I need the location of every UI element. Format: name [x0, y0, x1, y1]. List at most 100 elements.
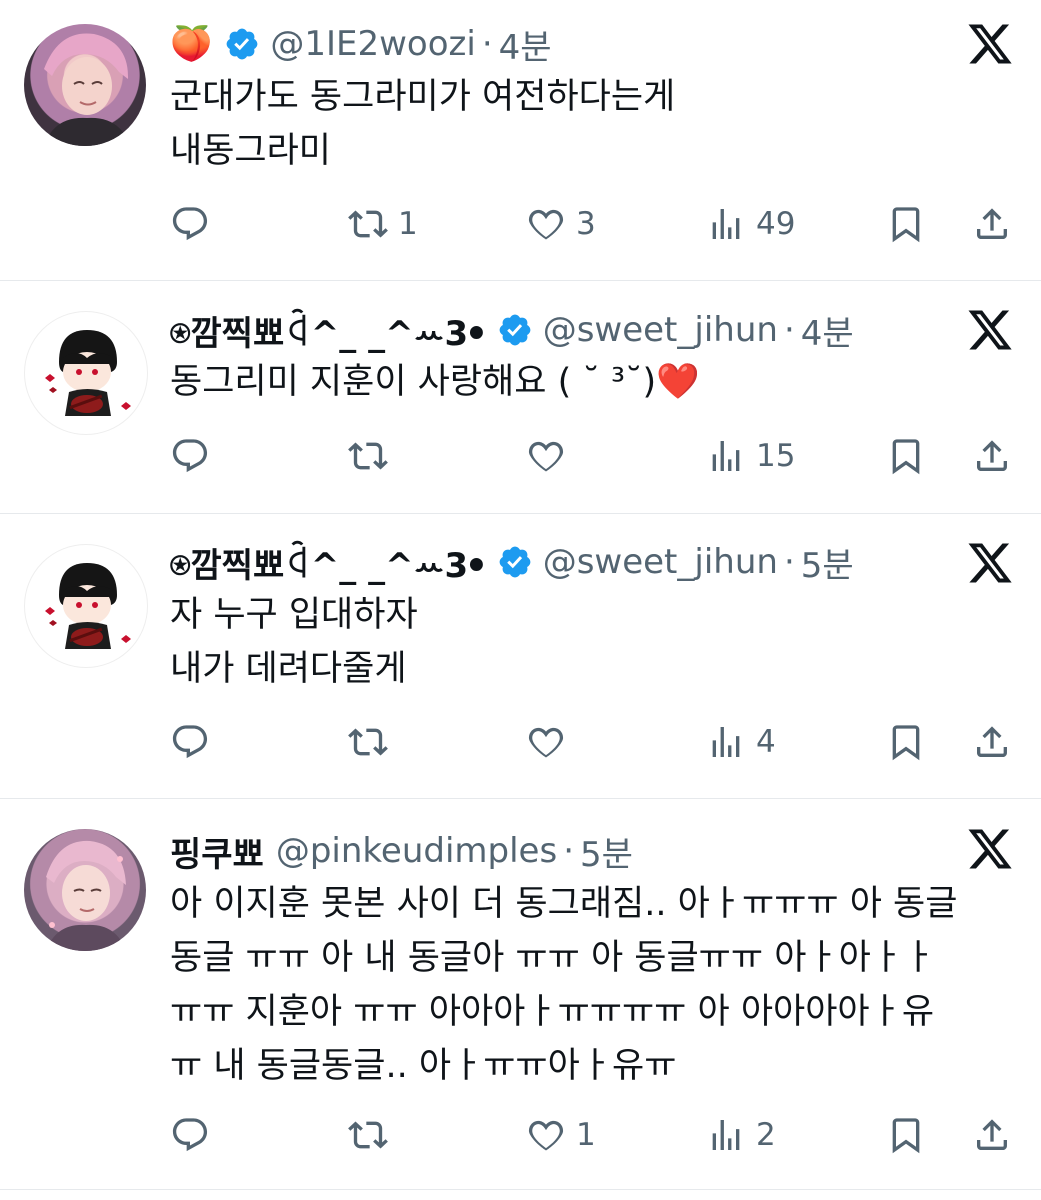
reply-icon: [172, 439, 208, 473]
tweet-line: 동글 ㅠㅠ 아 내 동글아 ㅠㅠ 아 동글ㅠㅠ 아ㅏ아ㅏㅏ: [170, 938, 936, 978]
action-bar: 15: [170, 436, 1020, 476]
separator-dot: ·: [783, 310, 795, 350]
bookmark-icon: [892, 1118, 920, 1154]
display-name[interactable]: 핑쿠뾰: [170, 827, 264, 876]
view-count: 15: [756, 438, 796, 474]
reply-button[interactable]: [170, 436, 210, 476]
separator-dot: ·: [563, 831, 574, 871]
retweet-button[interactable]: [348, 436, 388, 476]
retweet-icon: [348, 1121, 388, 1149]
tweet-4: 핑쿠뾰 @pinkeudimples · 5분 아 이지훈 못본 사이 더 동그…: [0, 799, 1041, 1190]
x-logo-icon: [968, 829, 1012, 869]
like-button[interactable]: 3: [526, 204, 596, 244]
share-button[interactable]: [972, 1115, 1012, 1155]
reply-icon: [172, 1118, 208, 1152]
person-photo-icon: [44, 33, 130, 146]
avatar[interactable]: [24, 311, 148, 435]
tweet-1: 🍑 @1IE2woozi · 4분 군대가도 동그라미가 여전하다는게 내동그라…: [0, 0, 1041, 281]
avatar[interactable]: [24, 829, 146, 951]
tweet-3: ⍟깜찍뾰ꒈ^_ _^ꕀ3ꔷ @sweet_jihun · 5분 자 누구 입대하…: [0, 514, 1041, 799]
share-button[interactable]: [972, 722, 1012, 762]
bookmark-icon: [892, 725, 920, 761]
tweet-header: ⍟깜찍뾰ꒈ^_ _^ꕀ3ꔷ @sweet_jihun · 4분: [170, 306, 854, 355]
retweet-count: 1: [398, 206, 418, 242]
separator-dot: ·: [783, 542, 795, 582]
like-button[interactable]: [526, 722, 566, 762]
view-count: 4: [756, 724, 776, 760]
share-button[interactable]: [972, 204, 1012, 244]
tweet-line: 자 누구 입대하자: [170, 595, 418, 635]
timestamp[interactable]: 4분: [801, 306, 854, 355]
tweet-header: 핑쿠뾰 @pinkeudimples · 5분: [170, 827, 633, 876]
display-name[interactable]: ⍟깜찍뾰ꒈ^_ _^ꕀ3ꔷ: [170, 306, 485, 355]
view-count: 2: [756, 1117, 776, 1153]
action-bar: 4: [170, 722, 1020, 762]
retweet-icon: [348, 728, 388, 756]
views-button[interactable]: 4: [706, 722, 776, 762]
retweet-button[interactable]: [348, 1115, 388, 1155]
x-logo-icon: [968, 310, 1012, 350]
handle[interactable]: @1IE2woozi: [270, 24, 475, 64]
handle[interactable]: @sweet_jihun: [543, 542, 778, 582]
share-icon: [977, 440, 1007, 471]
avatar[interactable]: [24, 544, 148, 668]
bookmark-button[interactable]: [886, 204, 926, 244]
views-chart-icon: [712, 1120, 740, 1150]
views-chart-icon: [712, 727, 740, 757]
tweet-line: 동그리미 지훈이 사랑해요 ( ˘ ³˘)❤️: [170, 362, 700, 402]
person-photo-icon: [46, 840, 126, 951]
like-button[interactable]: [526, 436, 566, 476]
verified-badge-icon: [499, 314, 531, 346]
bookmark-button[interactable]: [886, 436, 926, 476]
chibi-character-icon: [45, 330, 131, 416]
share-icon: [977, 1119, 1007, 1150]
tweet-2: ⍟깜찍뾰ꒈ^_ _^ꕀ3ꔷ @sweet_jihun · 4분 동그리미 지훈이…: [0, 281, 1041, 514]
views-button[interactable]: 15: [706, 436, 795, 476]
chibi-character-icon: [45, 563, 131, 649]
views-chart-icon: [712, 209, 740, 239]
reply-button[interactable]: [170, 1115, 210, 1155]
separator-dot: ·: [481, 24, 493, 64]
tweet-text: 군대가도 동그라미가 여전하다는게 내동그라미: [170, 70, 1020, 178]
tweet-text: 자 누구 입대하자 내가 데려다줄게: [170, 588, 1020, 696]
avatar[interactable]: [24, 24, 146, 146]
reply-icon: [172, 207, 208, 241]
handle[interactable]: @pinkeudimples: [276, 831, 557, 871]
share-icon: [977, 208, 1007, 239]
tweet-text: 동그리미 지훈이 사랑해요 ( ˘ ³˘)❤️: [170, 355, 1020, 409]
heart-icon: [528, 441, 564, 472]
views-chart-icon: [712, 441, 740, 471]
tweet-line: 내가 데려다줄게: [170, 649, 407, 689]
like-count: 3: [576, 206, 596, 242]
tweet-line: 내동그라미: [170, 131, 332, 171]
reply-button[interactable]: [170, 204, 220, 244]
like-count: 1: [576, 1117, 596, 1153]
tweet-line: ㅠ 내 동글동글.. 아ㅏㅠㅠ아ㅏ유ㅠ: [170, 1046, 677, 1086]
name-emoji[interactable]: 🍑: [170, 24, 212, 64]
timestamp[interactable]: 5분: [580, 827, 633, 876]
retweet-button[interactable]: 1: [348, 204, 418, 244]
handle[interactable]: @sweet_jihun: [543, 310, 778, 350]
action-bar: 1 2: [170, 1115, 1020, 1155]
x-logo-icon: [968, 24, 1012, 64]
tweet-header: 🍑 @1IE2woozi · 4분: [170, 20, 552, 69]
reply-button[interactable]: [170, 722, 210, 762]
tweet-line: 아 이지훈 못본 사이 더 동그래짐.. 아ㅏㅠㅠㅠ 아 동글: [170, 884, 958, 924]
heart-icon: [528, 1120, 564, 1151]
like-button[interactable]: 1: [526, 1115, 596, 1155]
share-button[interactable]: [972, 436, 1012, 476]
retweet-icon: [348, 210, 388, 238]
views-button[interactable]: 49: [706, 204, 795, 244]
action-bar: 1 3 49: [170, 204, 1020, 244]
retweet-button[interactable]: [348, 722, 388, 762]
timestamp[interactable]: 5분: [801, 538, 854, 587]
tweet-header: ⍟깜찍뾰ꒈ^_ _^ꕀ3ꔷ @sweet_jihun · 5분: [170, 538, 854, 587]
timestamp[interactable]: 4분: [499, 20, 552, 69]
views-button[interactable]: 2: [706, 1115, 776, 1155]
tweet-line: 군대가도 동그라미가 여전하다는게: [170, 77, 676, 117]
display-name[interactable]: ⍟깜찍뾰ꒈ^_ _^ꕀ3ꔷ: [170, 538, 485, 587]
x-logo-icon: [968, 543, 1012, 583]
bookmark-button[interactable]: [886, 1115, 926, 1155]
bookmark-button[interactable]: [886, 722, 926, 762]
reply-icon: [172, 725, 208, 759]
